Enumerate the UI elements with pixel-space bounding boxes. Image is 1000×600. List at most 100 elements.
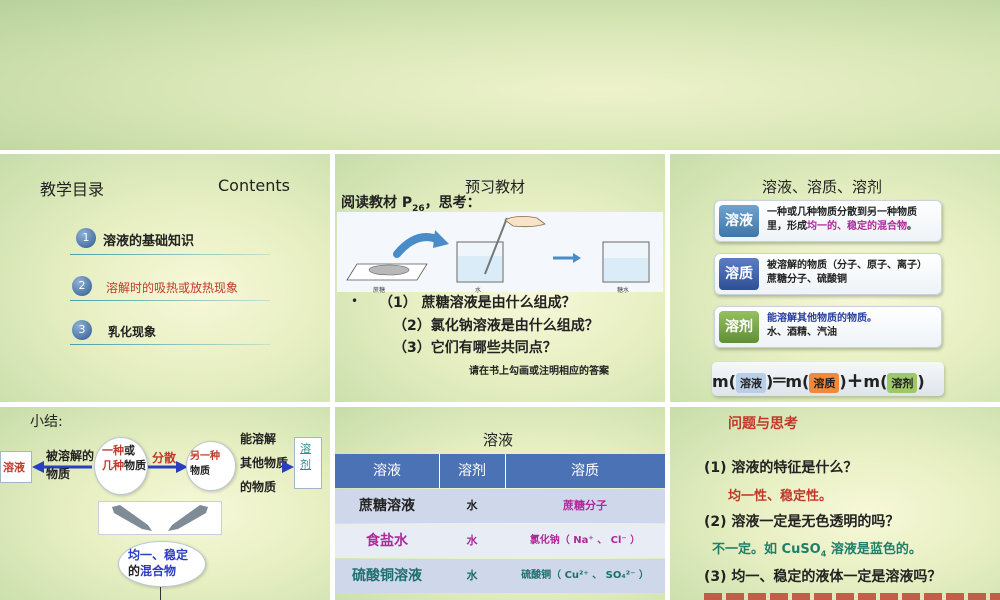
questions-title: 问题与思考 — [728, 416, 798, 432]
toc-number-3: 3 — [72, 320, 92, 340]
definition-solution: 溶液 一种或几种物质分散到另一种物质 里，形成均一的、稳定的混合物。 — [714, 200, 942, 242]
solvent-label: 溶剂 — [300, 442, 311, 471]
solution-label: 溶液 — [3, 461, 25, 474]
table-row: 硫酸铜溶液 水 硫酸铜（ Cu²⁺ 、 SO₄²⁻ ） — [335, 559, 665, 593]
answer-2-part2: 溶液是蓝色的。 — [826, 542, 922, 557]
bubble-another-substance: 物质 — [190, 466, 210, 477]
uniform-stable: 均一、稳定 — [128, 548, 189, 562]
solution-line1: 一种或几种物质分散到另一种物质 — [767, 207, 917, 218]
toc-divider — [70, 344, 270, 345]
table-row: 食盐水 水 氯化钠（ Na⁺ 、 Cl⁻ ） — [335, 524, 665, 558]
prompt-text: 阅读教材 P — [341, 195, 413, 211]
formula-close2: ) — [839, 372, 847, 391]
tag-solution: 溶液 — [719, 205, 759, 237]
question-3: (3) 均一、稳定的液体一定是溶液吗？ — [704, 569, 942, 585]
definitions-title: 溶液、溶质、溶剂 — [762, 178, 883, 196]
disperse-label: 分散 — [152, 451, 177, 465]
answer-1: 均一性、稳定性。 — [728, 489, 833, 504]
toc-number-1: 1 — [76, 228, 96, 248]
row1-solute: 蔗糖分子 — [563, 499, 607, 512]
slide-summary[interactable]: 小结: 溶液 被溶解的物质 一种或 几种物质 分散 另一种 物质 能溶解 其他物质 … — [0, 407, 330, 600]
toc-divider — [70, 254, 270, 255]
row1-solution: 蔗糖溶液 — [359, 498, 415, 514]
uniform-of: 的 — [128, 564, 141, 578]
row1-solvent: 水 — [466, 499, 478, 512]
question-3: （3）它们有哪些共同点？ — [393, 340, 557, 356]
row3-solute: 硫酸铜（ Cu²⁺ 、 SO₄²⁻ ） — [521, 570, 649, 581]
can-dissolve-3: 的物质 — [240, 480, 277, 494]
solvent-line1: 能溶解其他物质的物质。 — [767, 313, 877, 324]
converging-arrows-icon — [112, 505, 208, 531]
arrow-solvent — [282, 461, 294, 473]
row2-solvent: 水 — [466, 534, 478, 547]
formula-plus: + — [846, 368, 864, 392]
bubble-several: 几种 — [102, 459, 124, 472]
top-slide-background — [0, 0, 1000, 150]
header-divider — [439, 454, 440, 488]
label-sugar-water: 糖水 — [617, 287, 630, 294]
bubble-another-text: 另一种 物质 — [190, 449, 220, 479]
definition-solvent-text: 能溶解其他物质的物质。 水、酒精、汽油 — [767, 312, 939, 340]
row2-solute: 氯化钠（ Na⁺ 、 Cl⁻ ） — [529, 535, 641, 546]
slide-questions[interactable]: 问题与思考 (1) 溶液的特征是什么？ 均一性、稳定性。 (2) 溶液一定是无色… — [670, 407, 1000, 600]
prompt-end: ，思考： — [424, 195, 481, 211]
header-solvent: 溶剂 — [458, 463, 486, 479]
definition-solution-text: 一种或几种物质分散到另一种物质 里，形成均一的、稳定的混合物。 — [767, 206, 939, 234]
row2-solution: 食盐水 — [366, 533, 408, 549]
can-dissolve-1: 能溶解 — [240, 432, 277, 446]
toc-number-2: 2 — [72, 276, 92, 296]
header-divider — [505, 454, 506, 488]
tag-solvent: 溶剂 — [719, 311, 759, 343]
formula-solvent: 溶剂 — [887, 373, 918, 393]
cut-off-answer-text — [704, 593, 1000, 600]
solution-line2c: 。 — [907, 221, 917, 232]
question-2: （2）氯化钠溶液是由什么组成？ — [393, 318, 599, 334]
definition-solvent: 溶剂 能溶解其他物质的物质。 水、酒精、汽油 — [714, 306, 942, 348]
bubble-one-or-more-text: 一种或 几种物质 — [102, 443, 146, 473]
answer-2-part1: 不一定。如 CuSO — [712, 542, 821, 557]
bubble-another-kind: 另一种 — [190, 451, 220, 462]
formula-m3: m( — [863, 372, 888, 391]
table-header-row: 溶液 溶剂 溶质 — [335, 454, 665, 488]
formula-m1: m( — [712, 372, 736, 391]
answer-note: 请在书上勾画或注明相应的答案 — [469, 366, 609, 377]
mixture-text: 均一、稳定 的混合物 — [128, 547, 188, 579]
slide-contents[interactable]: 教学目录 Contents 1 溶液的基础知识 2 溶解时的吸热或放热现象 3 … — [0, 154, 330, 402]
question-1: （1） 蔗糖溶液是由什么组成？ — [379, 295, 576, 311]
solution-line2a: 里，形成 — [767, 221, 807, 232]
definition-solute: 溶质 被溶解的物质（分子、原子、离子） 蔗糖分子、硫酸铜 — [714, 253, 942, 295]
toc-divider — [70, 300, 270, 301]
dissolving-illustration — [337, 212, 663, 292]
formula-close3: ) — [917, 372, 925, 391]
can-dissolve-text: 能溶解 其他物质 的物质 — [240, 427, 288, 499]
toc-item-2[interactable]: 溶解时的吸热或放热现象 — [106, 279, 238, 296]
table-title: 溶液 — [483, 431, 514, 449]
formula-equals: ═ — [773, 368, 786, 392]
toc-item-1[interactable]: 溶液的基础知识 — [103, 230, 194, 249]
solute-line1: 被溶解的物质（分子、原子、离子） — [767, 260, 927, 271]
row3-solution: 硫酸铜溶液 — [352, 568, 422, 584]
solution-line2b: 均一的、稳定的混合物 — [807, 221, 907, 232]
formula-m2: m( — [785, 372, 810, 391]
uniform-mixture: 混合物 — [140, 564, 177, 578]
formula: m(溶液)═m(溶质)+m(溶剂) — [712, 368, 925, 393]
formula-solution: 溶液 — [735, 373, 766, 393]
definition-solute-text: 被溶解的物质（分子、原子、离子） 蔗糖分子、硫酸铜 — [767, 259, 939, 287]
summary-title: 小结: — [30, 414, 63, 430]
bubble-one: 一种 — [102, 444, 124, 457]
slide-definitions[interactable]: 溶液、溶质、溶剂 溶液 一种或几种物质分散到另一种物质 里，形成均一的、稳定的混… — [670, 154, 1000, 402]
reading-prompt: 阅读教材 P26，思考： — [341, 192, 481, 214]
contents-title-en: Contents — [218, 176, 290, 195]
solute-line2: 蔗糖分子、硫酸铜 — [767, 274, 847, 285]
toc-item-3[interactable]: 乳化现象 — [108, 323, 156, 340]
formula-solute: 溶质 — [809, 373, 840, 393]
solvent-line2: 水、酒精、汽油 — [767, 327, 837, 338]
question-1: (1) 溶液的特征是什么？ — [704, 460, 858, 476]
slide-table[interactable]: 溶液 溶液 溶剂 溶质 蔗糖溶液 水 蔗糖分子 食盐水 水 氯化钠（ Na⁺ 、… — [335, 407, 665, 600]
connector-line — [160, 587, 161, 600]
contents-title: 教学目录 — [40, 180, 105, 199]
slide-preview[interactable]: 预习教材 阅读教材 P26，思考： 蔗糖 水 糖水 • （1） 蔗糖溶液是由什么… — [335, 154, 665, 402]
question-2: (2) 溶液一定是无色透明的吗？ — [704, 514, 900, 530]
tag-solute: 溶质 — [719, 258, 759, 290]
row3-solvent: 水 — [466, 569, 478, 582]
